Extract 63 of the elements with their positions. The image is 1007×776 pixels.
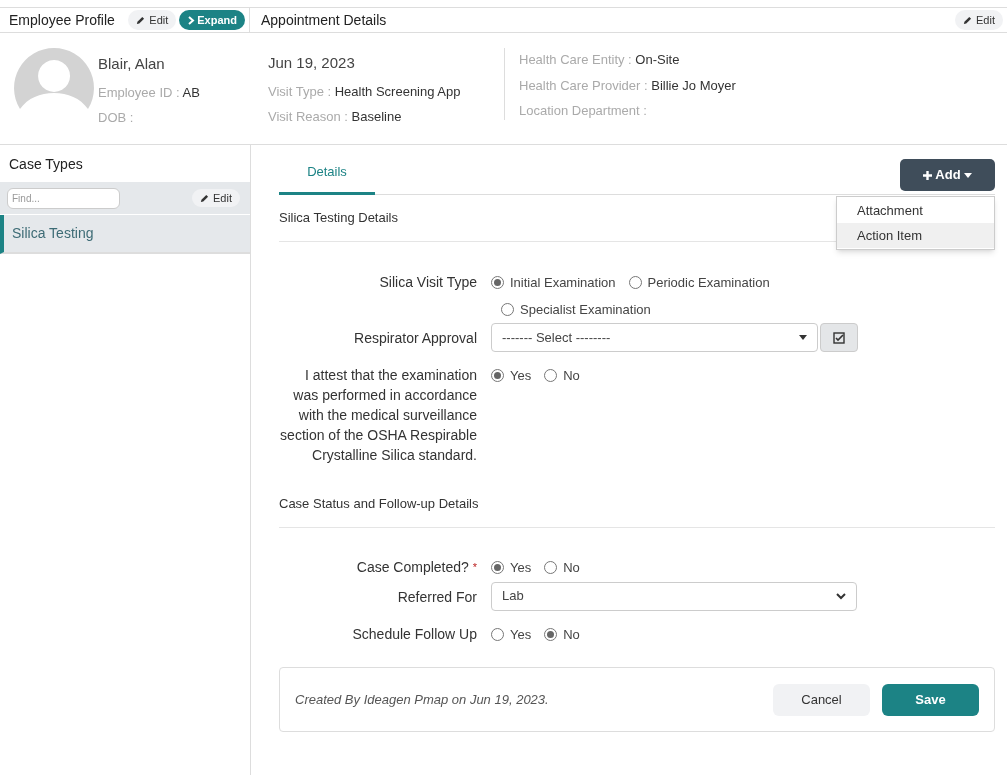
field-text: Employee ID : AB [98, 83, 201, 102]
pencil-icon [963, 15, 973, 25]
select-field[interactable]: ------- Select -------- [491, 323, 818, 352]
option-label: Periodic Examination [647, 274, 770, 292]
required-mark: * [472, 561, 477, 573]
tab[interactable]: Details [279, 159, 375, 195]
panel-title: Case Types [8, 155, 84, 174]
option-label: Yes [510, 367, 532, 385]
created-by-text: Created By Ideagen Pmap on Jun 19, 2023. [295, 690, 549, 709]
add-button[interactable]: Add [900, 159, 995, 191]
chevron-down-icon [836, 592, 846, 600]
menu-item[interactable]: Action Item [837, 223, 994, 248]
radio-button[interactable] [544, 369, 558, 383]
radio-button[interactable] [491, 561, 504, 575]
field-label: Referred For [397, 588, 477, 605]
field-label: I attest that the examination was performed in accordance with the medical surveillance section of the OSHA Respirable Crystalline Silica standard. [280, 367, 477, 463]
search-field[interactable]: Find... [7, 187, 120, 209]
option-label: Initial Examination [510, 274, 616, 292]
field-label: Schedule Follow Up [352, 625, 477, 642]
save-button[interactable]: Save [882, 683, 979, 716]
edit-button[interactable]: Edit [955, 10, 1003, 30]
expand-button[interactable]: Expand [179, 10, 245, 30]
field-label: Respirator Approval [354, 330, 477, 346]
cancel-button[interactable]: Cancel [773, 683, 870, 716]
edit-button[interactable]: Edit [192, 189, 240, 207]
checkbox-icon [833, 331, 845, 344]
select-field[interactable]: Lab [491, 581, 857, 611]
field-text: Health Care Provider : Billie Jo Moyer [519, 76, 736, 95]
appointment-date: Jun 19, 2023 [268, 53, 356, 73]
radio-button[interactable] [544, 627, 558, 641]
section-title: Appointment Details [261, 10, 387, 30]
radio-button[interactable] [491, 369, 504, 383]
radio-button[interactable] [501, 302, 514, 316]
radio-button[interactable] [628, 276, 642, 290]
radio-button[interactable] [491, 627, 504, 641]
section-heading: Case Status and Follow-up Details [279, 481, 995, 528]
option-label: Specialist Examination [520, 300, 651, 319]
field-text: Location Department : [519, 102, 648, 120]
radio-button[interactable] [544, 561, 558, 575]
caret-down-icon [963, 172, 972, 178]
radio-button[interactable] [491, 276, 504, 290]
field-label: Case Completed? [356, 559, 469, 575]
menu-item[interactable]: Attachment [837, 198, 994, 223]
pencil-icon [136, 15, 146, 25]
option-label: Yes [510, 559, 532, 577]
chevron-right-icon [187, 15, 196, 25]
option-label: No [563, 625, 580, 644]
option-label: No [563, 559, 580, 577]
checkbox-button[interactable] [820, 323, 858, 352]
field-text: Health Care Entity : On-Site [519, 51, 681, 69]
option-label: Yes [510, 625, 532, 644]
option-label: No [563, 367, 580, 385]
plus-icon [923, 170, 933, 180]
employee-name: Blair, Alan [98, 54, 166, 74]
field-text: Visit Reason : Baseline [268, 108, 403, 126]
section-title: Employee Profile [9, 10, 115, 30]
case-type-item[interactable]: Silica Testing [0, 215, 250, 254]
edit-button[interactable]: Edit [128, 10, 177, 30]
pencil-icon [200, 193, 210, 203]
field-label: Silica Visit Type [379, 274, 477, 290]
field-text: DOB : [98, 109, 135, 127]
caret-down-icon [799, 335, 807, 340]
field-text: Visit Type : Health Screening App [268, 82, 462, 101]
